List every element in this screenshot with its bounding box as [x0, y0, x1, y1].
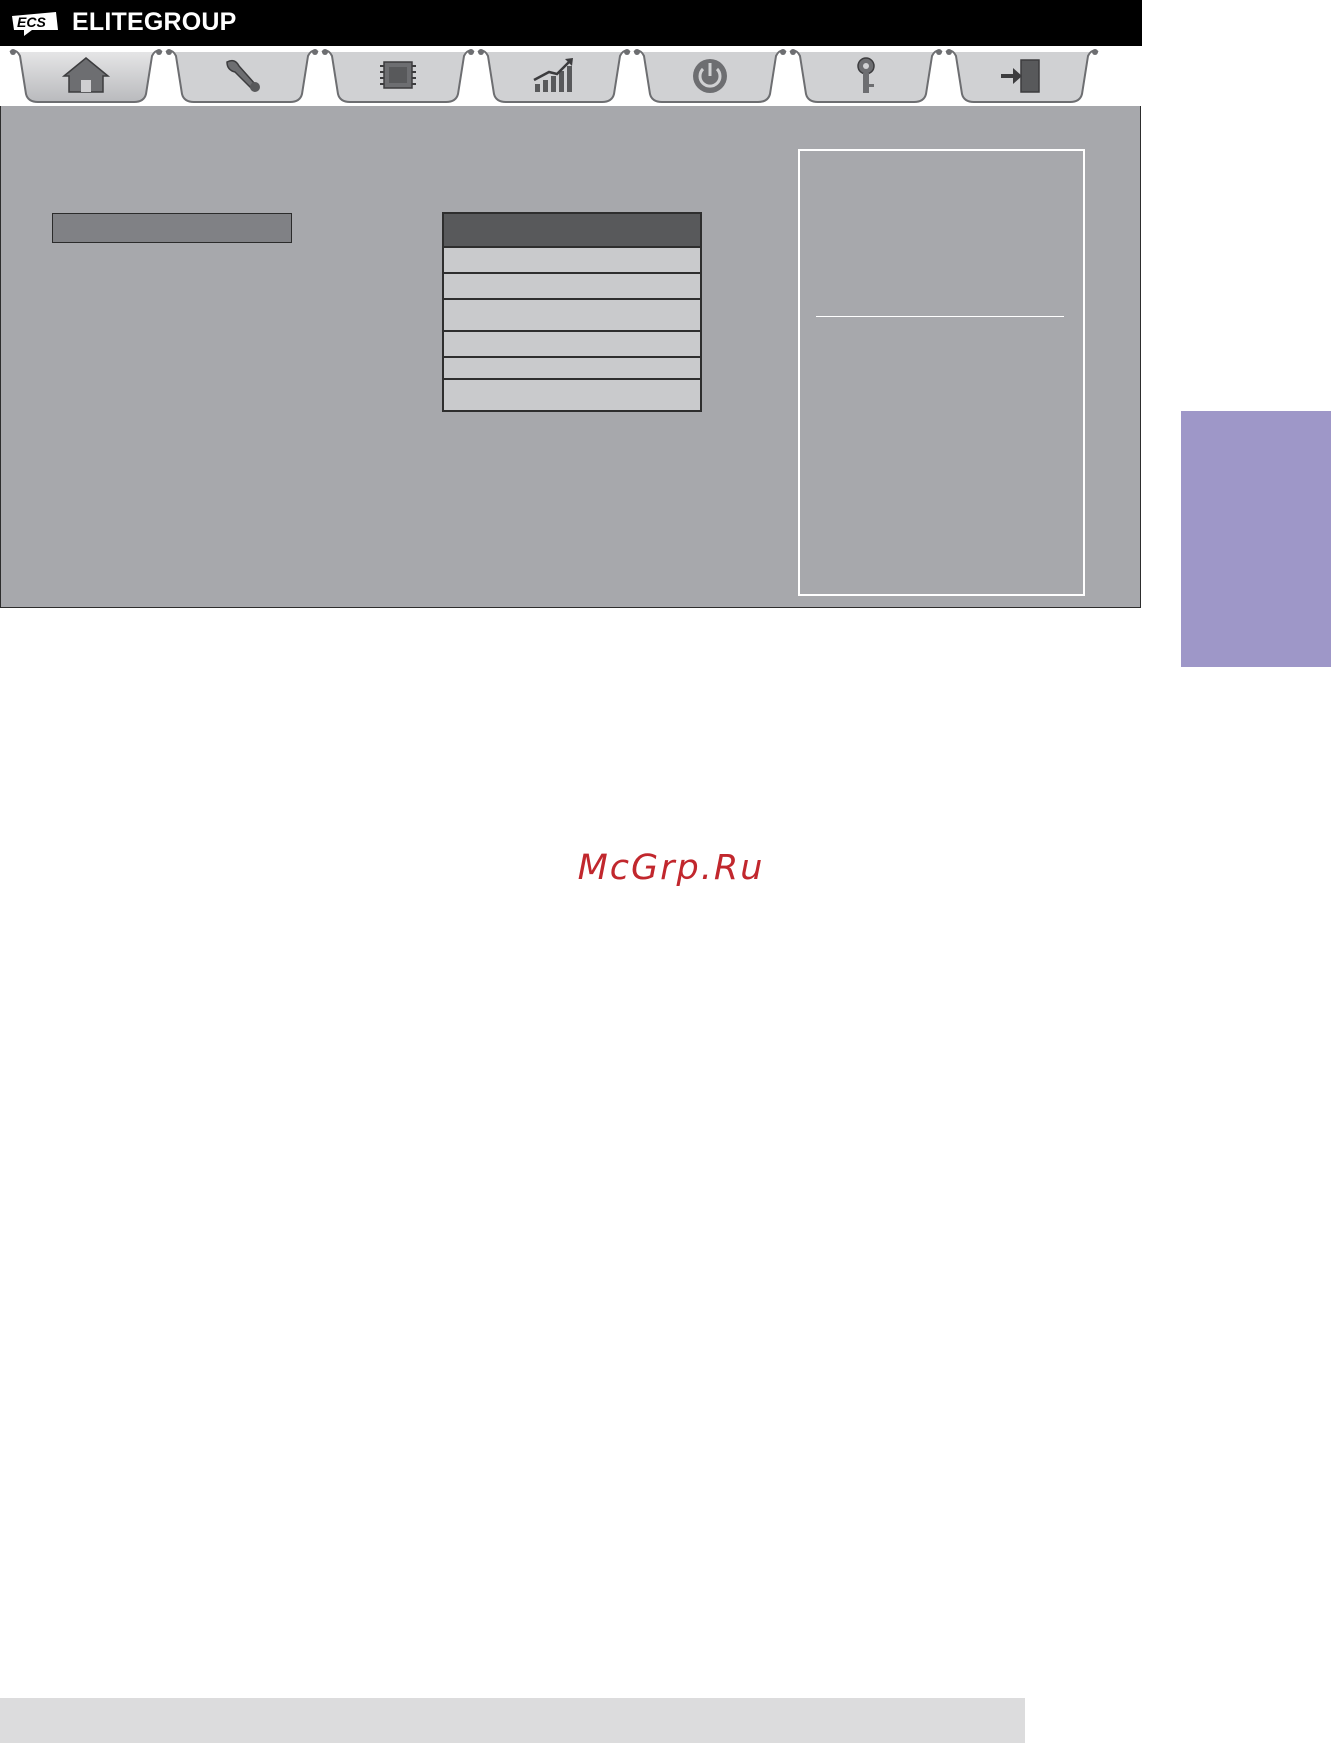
chapter-side-tab [1181, 411, 1331, 667]
tab-main[interactable] [8, 46, 164, 106]
chip-icon [380, 61, 416, 89]
brand-bar: ECS ELITEGROUP [0, 0, 1142, 46]
option-item[interactable] [442, 330, 702, 358]
exit-icon [1001, 59, 1040, 93]
tab-chipset[interactable] [320, 46, 476, 106]
main-panel [0, 106, 1141, 608]
option-item[interactable] [442, 298, 702, 332]
ecs-logo: ECS [12, 12, 58, 36]
selected-setting-field[interactable] [52, 213, 292, 243]
option-item[interactable] [442, 272, 702, 300]
option-popup-header [442, 212, 702, 248]
svg-text:ECS: ECS [17, 14, 46, 30]
key-icon [857, 57, 875, 93]
help-divider [816, 316, 1064, 317]
bios-screen: ECS ELITEGROUP [0, 0, 1142, 609]
brand-name: ELITEGROUP [72, 8, 237, 36]
tab-advanced[interactable] [164, 46, 320, 106]
help-panel [798, 149, 1085, 596]
footer-bar [0, 1698, 1025, 1743]
option-item[interactable] [442, 246, 702, 274]
power-icon [693, 59, 727, 93]
option-item[interactable] [442, 356, 702, 380]
tab-exit[interactable] [944, 46, 1100, 106]
tab-strip [0, 46, 1142, 106]
wrench-icon [226, 59, 260, 92]
chart-icon [533, 58, 573, 92]
watermark: McGrp.Ru [577, 848, 765, 888]
tab-performance[interactable] [476, 46, 632, 106]
tab-power[interactable] [632, 46, 788, 106]
option-popup [442, 212, 702, 412]
tab-security[interactable] [788, 46, 944, 106]
option-item[interactable] [442, 378, 702, 412]
home-icon [61, 57, 111, 93]
